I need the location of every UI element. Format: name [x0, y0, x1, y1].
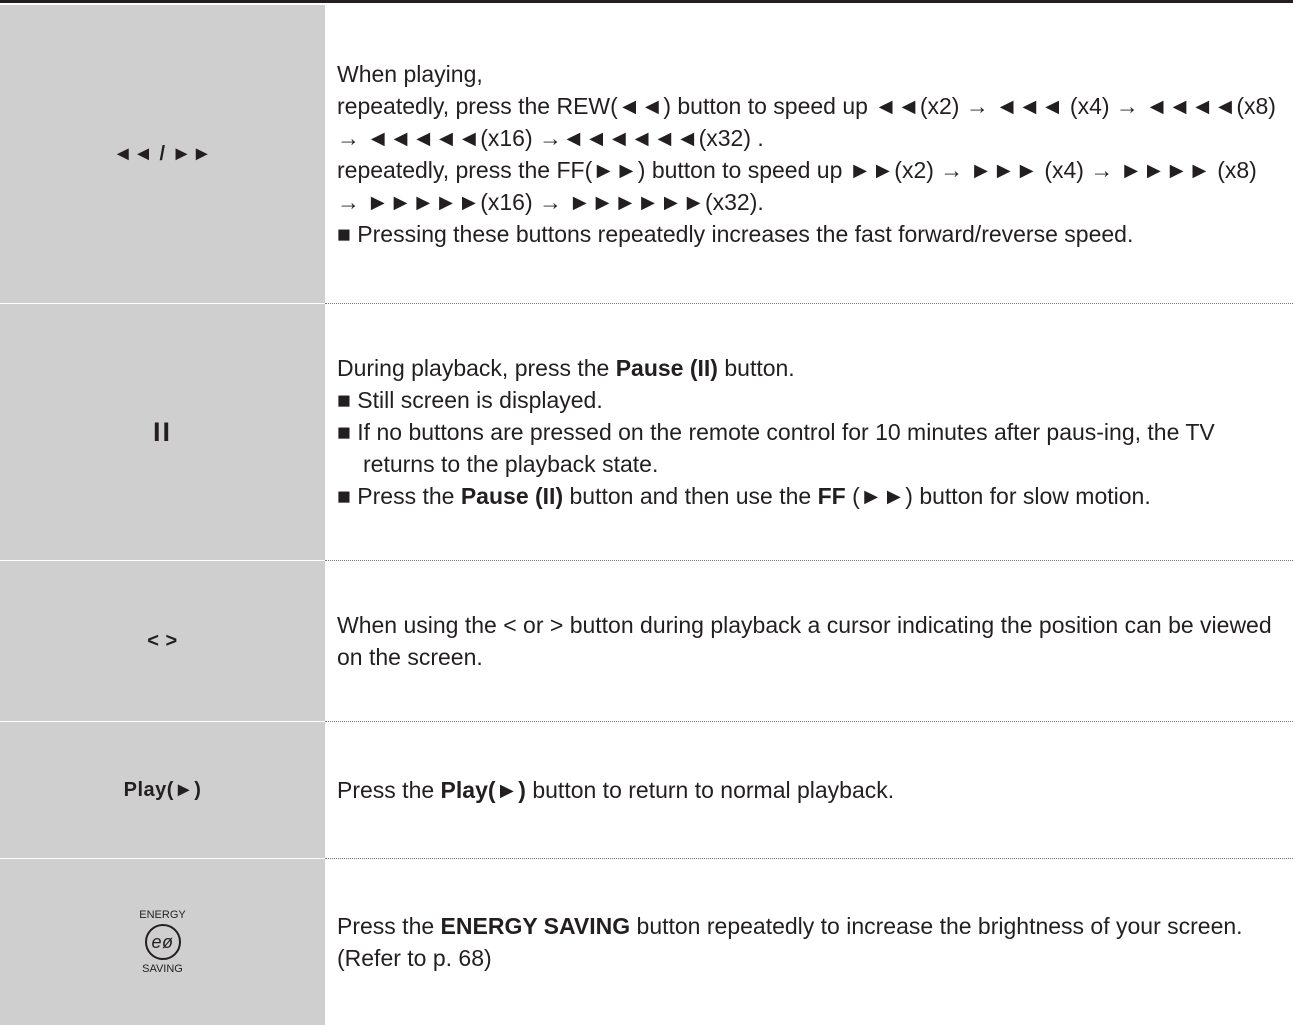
desc-play: Press the Play(►) button to return to no…	[325, 722, 1293, 858]
desc-line: Press the Play(►) button to return to no…	[337, 777, 895, 803]
key-energy-saving: ENERGY eø SAVING	[0, 859, 325, 1025]
row-pause: II During playback, press the Pause (II)…	[0, 304, 1293, 560]
energy-saving-icon: ENERGY eø SAVING	[139, 909, 186, 975]
key-play: Play(►)	[0, 722, 325, 858]
desc-energy: Press the ENERGY SAVING button repeatedl…	[325, 859, 1293, 1025]
bullet-item: ■ Press the Pause (II) button and then u…	[337, 483, 1151, 509]
key-pause: II	[0, 304, 325, 560]
row-cursor: < > When using the < or > button during …	[0, 561, 1293, 721]
desc-line: repeatedly, press the REW(◄◄) button to …	[337, 93, 1276, 151]
bullet-item: ■ Still screen is displayed.	[337, 387, 603, 413]
desc-rew-ff: When playing, repeatedly, press the REW(…	[325, 5, 1293, 303]
key-cursor: < >	[0, 561, 325, 721]
desc-line: During playback, press the Pause (II) bu…	[337, 355, 795, 381]
desc-line: When using the < or > button during play…	[337, 612, 1272, 670]
desc-line: Press the ENERGY SAVING button repeatedl…	[337, 913, 1243, 971]
desc-cursor: When using the < or > button during play…	[325, 561, 1293, 721]
row-play: Play(►) Press the Play(►) button to retu…	[0, 722, 1293, 858]
bullet-item: ■ If no buttons are pressed on the remot…	[337, 419, 1215, 477]
row-ff-rew: ◄◄ / ►► When playing, repeatedly, press …	[0, 5, 1293, 303]
key-rew-ff: ◄◄ / ►►	[0, 5, 325, 303]
top-rule	[0, 0, 1293, 3]
bullet-item: ■ Pressing these buttons repeatedly incr…	[337, 221, 1134, 247]
desc-pause: During playback, press the Pause (II) bu…	[325, 304, 1293, 560]
desc-line: repeatedly, press the FF(►►) button to s…	[337, 157, 1257, 215]
desc-line: When playing,	[337, 61, 483, 87]
row-energy: ENERGY eø SAVING Press the ENERGY SAVING…	[0, 859, 1293, 1025]
